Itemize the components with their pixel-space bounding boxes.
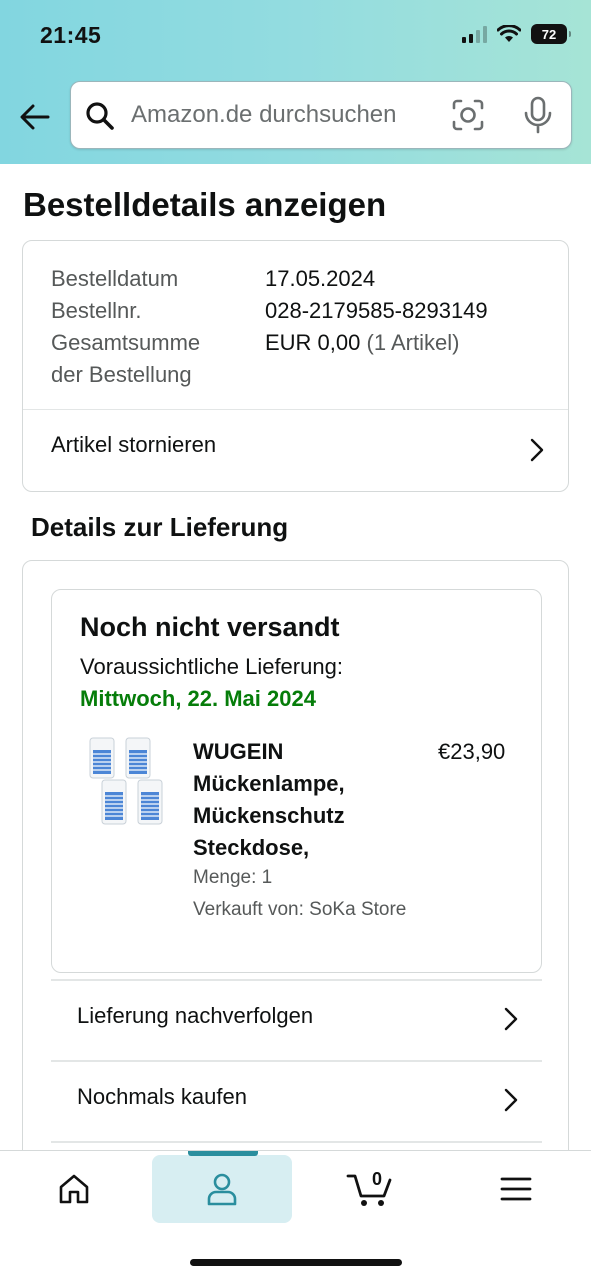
track-delivery-label: Lieferung nachverfolgen xyxy=(77,1003,314,1028)
order-number-label: Bestellnr. xyxy=(51,298,142,323)
order-total-value-wrap: EUR 0,00 (1 Artikel) xyxy=(265,327,459,359)
hamburger-menu-icon xyxy=(500,1177,532,1201)
product-quantity: Menge: 1 xyxy=(193,867,273,888)
track-delivery-row[interactable]: Lieferung nachverfolgen xyxy=(51,979,542,1059)
order-total-label-line2: der Bestellung xyxy=(51,362,192,387)
search-bar[interactable] xyxy=(70,81,572,149)
camera-scan-icon[interactable] xyxy=(451,98,485,132)
chevron-right-icon xyxy=(504,1007,518,1031)
order-total-label-line1: Gesamtsumme xyxy=(51,330,201,355)
cart-icon xyxy=(346,1174,392,1206)
tab-account[interactable] xyxy=(152,1151,292,1223)
product-seller: Verkauft von: SoKa Store xyxy=(193,899,407,920)
status-time: 21:45 xyxy=(40,22,102,48)
microphone-icon[interactable] xyxy=(521,96,555,134)
home-icon xyxy=(59,1174,89,1204)
lamp-unit xyxy=(89,737,115,779)
product-thumbnail[interactable] xyxy=(88,736,164,828)
page-title: Bestelldetails anzeigen xyxy=(23,186,387,223)
eta-label: Voraussichtliche Lieferung: xyxy=(80,654,343,679)
tab-home[interactable] xyxy=(4,1155,144,1223)
person-icon xyxy=(207,1173,237,1206)
chevron-right-icon xyxy=(504,1088,518,1112)
order-total-value: EUR 0,00 xyxy=(265,330,361,355)
status-bar: 21:45 72 xyxy=(0,0,591,70)
tab-menu[interactable] xyxy=(446,1155,586,1223)
home-indicator xyxy=(190,1259,402,1266)
buy-again-label: Nochmals kaufen xyxy=(77,1084,247,1109)
delivery-section-title: Details zur Lieferung xyxy=(31,512,289,542)
cancel-items-row[interactable]: Artikel stornieren xyxy=(23,410,568,492)
order-summary-card: Bestelldatum 17.05.2024 Bestellnr. 028-2… xyxy=(22,240,569,492)
product-price: €23,90 xyxy=(438,739,506,764)
eta-date: Mittwoch, 22. Mai 2024 xyxy=(80,686,316,711)
product-name-line: Mückenschutz xyxy=(193,803,345,828)
delivery-card: Noch nicht versandt Voraussichtliche Lie… xyxy=(22,560,569,1201)
product-name[interactable]: WUGEIN Mückenlampe, Mückenschutz Steckdo… xyxy=(193,736,413,864)
product-name-line: Steckdose, xyxy=(193,835,310,860)
battery-icon: 72 xyxy=(531,24,571,44)
chevron-right-icon xyxy=(530,438,544,462)
header: 21:45 72 xyxy=(0,0,591,164)
status-icons: 72 xyxy=(462,24,571,44)
shipment-status: Noch nicht versandt xyxy=(80,612,340,642)
order-date-value: 17.05.2024 xyxy=(265,266,376,291)
back-arrow-icon[interactable] xyxy=(18,100,52,134)
cancel-items-label: Artikel stornieren xyxy=(51,432,217,457)
order-item-count: (1 Artikel) xyxy=(366,330,460,355)
order-number-value: 028-2179585-8293149 xyxy=(265,298,488,323)
product-name-line: WUGEIN xyxy=(193,739,284,764)
product-name-line: Mückenlampe, xyxy=(193,771,345,796)
cellular-signal-icon xyxy=(462,25,487,43)
buy-again-row[interactable]: Nochmals kaufen xyxy=(51,1060,542,1140)
wifi-icon xyxy=(497,25,521,42)
active-tab-indicator xyxy=(188,1151,258,1156)
tab-cart[interactable]: 0 xyxy=(300,1155,440,1223)
shipment-box: Noch nicht versandt Voraussichtliche Lie… xyxy=(51,589,542,973)
order-date-label: Bestelldatum xyxy=(51,266,179,291)
search-input[interactable] xyxy=(131,82,431,148)
cart-count-badge: 0 xyxy=(372,1169,383,1189)
search-icon[interactable] xyxy=(85,101,115,131)
